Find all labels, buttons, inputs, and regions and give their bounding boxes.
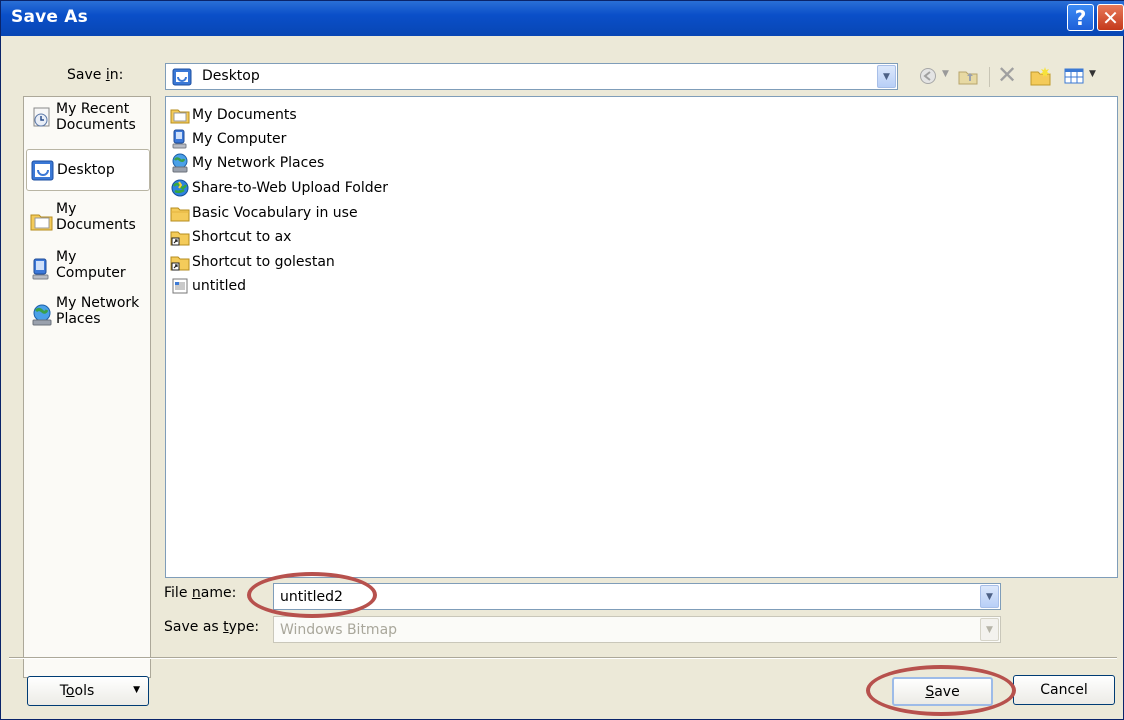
chevron-down-icon[interactable]: ▼ <box>877 65 896 88</box>
place-desktop[interactable]: Desktop <box>26 149 150 191</box>
network-places-icon <box>32 304 52 326</box>
file-name: Share-to-Web Upload Folder <box>192 180 388 196</box>
file-name: untitled <box>192 278 247 294</box>
my-computer-icon <box>172 129 187 149</box>
places-bar: My Recent Documents Desktop My Documents <box>23 96 151 678</box>
question-icon: ? <box>1074 5 1087 30</box>
file-name: My Documents <box>192 107 297 123</box>
place-label: Documents <box>56 117 136 133</box>
window-title: Save As <box>11 7 88 27</box>
save-as-type-label: Save as type: <box>164 619 260 635</box>
file-list[interactable]: My Documents My Computer My Network Plac… <box>165 96 1118 578</box>
save-as-type-value: Windows Bitmap <box>280 622 398 638</box>
recent-documents-icon <box>33 107 50 127</box>
save-label: Save <box>925 683 960 700</box>
list-item[interactable]: My Documents <box>170 104 297 126</box>
folder-shortcut-icon <box>170 256 190 271</box>
place-my-documents[interactable]: My Documents <box>26 201 148 241</box>
help-button[interactable]: ? <box>1067 4 1094 31</box>
list-item[interactable]: My Network Places <box>170 152 324 174</box>
back-dropdown-icon[interactable]: ▼ <box>942 69 949 79</box>
file-name: Shortcut to golestan <box>192 254 335 270</box>
place-label: My Recent <box>56 101 130 117</box>
desktop-icon <box>31 160 54 181</box>
list-item[interactable]: Shortcut to ax <box>170 226 291 248</box>
place-my-network-places[interactable]: My Network Places <box>26 295 148 335</box>
save-in-combo[interactable]: Desktop ▼ <box>165 63 898 90</box>
place-label: Desktop <box>57 162 115 178</box>
views-menu-icon[interactable] <box>1063 66 1085 86</box>
my-documents-icon <box>30 214 53 231</box>
file-name-input[interactable]: untitled2 ▼ <box>273 583 1001 610</box>
cancel-label: Cancel <box>1040 682 1088 698</box>
file-name: Basic Vocabulary in use <box>192 205 358 221</box>
place-my-computer[interactable]: My Computer <box>26 249 148 289</box>
new-folder-icon[interactable] <box>1029 65 1053 87</box>
list-item[interactable]: untitled <box>170 275 246 297</box>
bitmap-file-icon <box>172 278 188 294</box>
views-dropdown-icon[interactable]: ▼ <box>1089 69 1096 79</box>
place-label: Computer <box>56 265 126 281</box>
list-item[interactable]: Basic Vocabulary in use <box>170 202 358 224</box>
file-name: My Computer <box>192 131 287 147</box>
place-label: My <box>56 201 77 217</box>
list-item[interactable]: Share-to-Web Upload Folder <box>170 177 388 199</box>
file-name-label: File name: <box>164 585 237 601</box>
chevron-down-icon: ▼ <box>133 685 140 695</box>
file-name-value: untitled2 <box>280 589 343 605</box>
folder-icon <box>170 207 190 222</box>
divider <box>9 657 1117 659</box>
web-folder-icon <box>171 179 189 197</box>
save-in-label: Save in: <box>67 67 124 83</box>
place-label: Places <box>56 311 101 327</box>
cancel-button[interactable]: Cancel <box>1013 675 1115 705</box>
place-label: My <box>56 249 77 265</box>
file-name: Shortcut to ax <box>192 229 292 245</box>
place-label: Documents <box>56 217 136 233</box>
place-my-recent-documents[interactable]: My Recent Documents <box>26 101 148 141</box>
folder-shortcut-icon <box>170 231 190 246</box>
delete-icon[interactable]: ✕ <box>997 61 1017 89</box>
tools-label: Tools <box>59 683 95 699</box>
back-icon[interactable] <box>919 67 937 85</box>
chevron-down-icon[interactable]: ▼ <box>980 585 999 608</box>
network-places-icon <box>172 153 188 173</box>
my-computer-icon <box>32 258 49 280</box>
tools-button[interactable]: Tools ▼ <box>27 676 149 706</box>
my-documents-icon <box>170 109 190 124</box>
file-name: My Network Places <box>192 155 325 171</box>
list-item[interactable]: My Computer <box>170 128 286 150</box>
save-button[interactable]: Save <box>892 677 993 706</box>
save-as-dialog: Save As ? ✕ Save in: Desktop ▼ ▼ ✕ ▼ My … <box>0 0 1124 720</box>
list-item[interactable]: Shortcut to golestan <box>170 251 335 273</box>
title-bar: Save As ? ✕ <box>1 1 1124 36</box>
save-as-type-select[interactable]: Windows Bitmap ▼ <box>273 616 1001 643</box>
place-label: My Network <box>56 295 140 311</box>
up-folder-icon[interactable] <box>957 65 979 87</box>
close-icon: ✕ <box>1102 5 1119 30</box>
close-button[interactable]: ✕ <box>1097 4 1124 31</box>
chevron-down-icon[interactable]: ▼ <box>980 618 999 641</box>
desktop-icon <box>172 68 192 86</box>
toolbar-separator <box>989 67 990 87</box>
save-in-value: Desktop <box>202 68 260 84</box>
